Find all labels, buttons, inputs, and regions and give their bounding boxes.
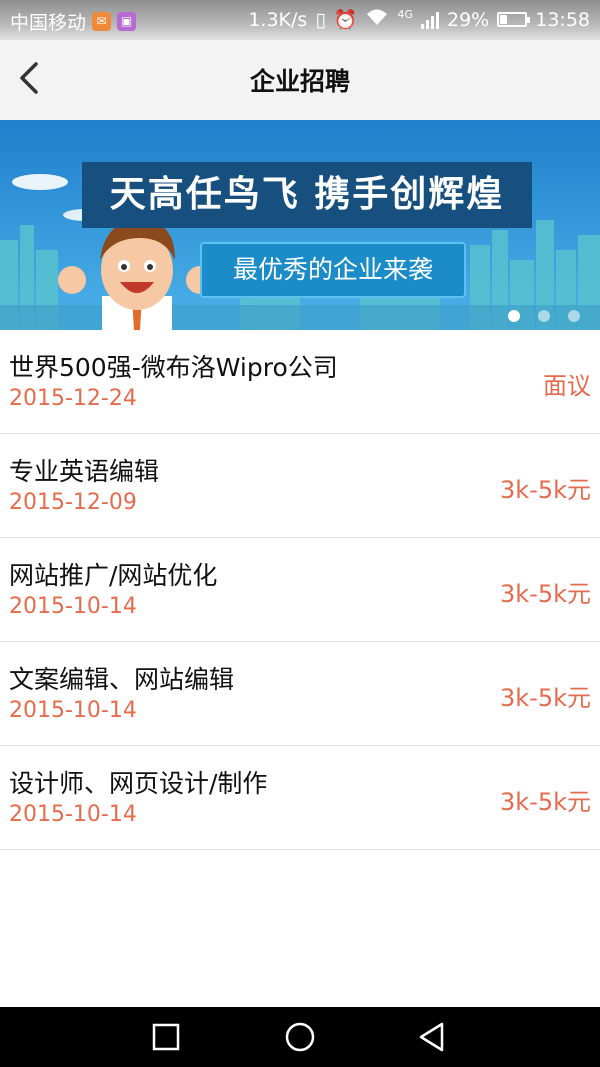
triangle-back-icon <box>419 1022 444 1052</box>
banner-subtitle: 最优秀的企业来袭 <box>200 242 466 298</box>
system-back-button[interactable] <box>412 1017 452 1057</box>
network-speed: 1.3K/s <box>248 8 308 31</box>
notification-app-icon: ✉ <box>92 12 112 31</box>
job-date: 2015-10-14 <box>9 802 137 827</box>
job-title: 文案编辑、网站编辑 <box>9 665 235 694</box>
job-salary: 3k-5k元 <box>500 476 591 504</box>
job-salary: 3k-5k元 <box>500 684 591 712</box>
recents-button[interactable] <box>146 1017 186 1057</box>
network-type: 4G <box>397 8 413 21</box>
job-title: 世界500强-微布洛Wipro公司 <box>9 353 338 382</box>
job-list: 世界500强-微布洛Wipro公司 2015-12-24 面议 专业英语编辑 2… <box>0 330 600 850</box>
header-bar: 企业招聘 <box>0 40 600 121</box>
wifi-icon <box>365 8 389 31</box>
battery-percent: 29% <box>447 8 490 31</box>
job-date: 2015-10-14 <box>9 594 137 619</box>
page-title: 企业招聘 <box>249 67 350 96</box>
job-list-item[interactable]: 专业英语编辑 2015-12-09 3k-5k元 <box>0 434 600 538</box>
carousel-dot-2[interactable] <box>538 310 550 322</box>
job-date: 2015-10-14 <box>9 698 137 723</box>
home-button[interactable] <box>280 1017 320 1057</box>
job-list-item[interactable]: 网站推广/网站优化 2015-10-14 3k-5k元 <box>0 538 600 642</box>
status-left: 中国移动 ✉ ▣ <box>10 8 137 35</box>
square-recents-icon <box>152 1023 180 1051</box>
job-salary: 面议 <box>543 372 591 400</box>
job-title: 专业英语编辑 <box>9 457 160 486</box>
job-list-item[interactable]: 世界500强-微布洛Wipro公司 2015-12-24 面议 <box>0 330 600 434</box>
clock: 13:58 <box>535 8 590 31</box>
alarm-icon: ⏰ <box>333 9 358 31</box>
vibrate-icon: ▯ <box>315 8 326 31</box>
status-right: 1.3K/s ▯ ⏰ 4G 29% 13:58 <box>248 8 590 31</box>
job-salary: 3k-5k元 <box>500 580 591 608</box>
job-list-item[interactable]: 文案编辑、网站编辑 2015-10-14 3k-5k元 <box>0 642 600 746</box>
carrier-label: 中国移动 <box>10 12 87 34</box>
battery-fill <box>500 15 508 24</box>
system-navigation-bar <box>0 1007 600 1067</box>
promo-banner[interactable]: 天高任鸟飞 携手创辉煌 最优秀的企业来袭 <box>0 120 600 330</box>
status-bar: 中国移动 ✉ ▣ 1.3K/s ▯ ⏰ 4G 29% 13:58 <box>0 0 600 40</box>
carousel-dot-3[interactable] <box>568 310 580 322</box>
job-salary: 3k-5k元 <box>500 788 591 816</box>
job-title: 设计师、网页设计/制作 <box>9 769 268 798</box>
banner-headline: 天高任鸟飞 携手创辉煌 <box>82 162 532 228</box>
job-date: 2015-12-09 <box>9 490 137 515</box>
job-list-item[interactable]: 设计师、网页设计/制作 2015-10-14 3k-5k元 <box>0 746 600 850</box>
carousel-dot-1[interactable] <box>508 310 520 322</box>
battery-icon <box>497 12 531 27</box>
signal-icon <box>421 11 439 29</box>
carousel-indicator <box>508 310 580 322</box>
job-title: 网站推广/网站优化 <box>9 561 218 590</box>
notification-gallery-icon: ▣ <box>117 12 137 31</box>
job-date: 2015-12-24 <box>9 386 137 411</box>
circle-home-icon <box>285 1022 315 1052</box>
